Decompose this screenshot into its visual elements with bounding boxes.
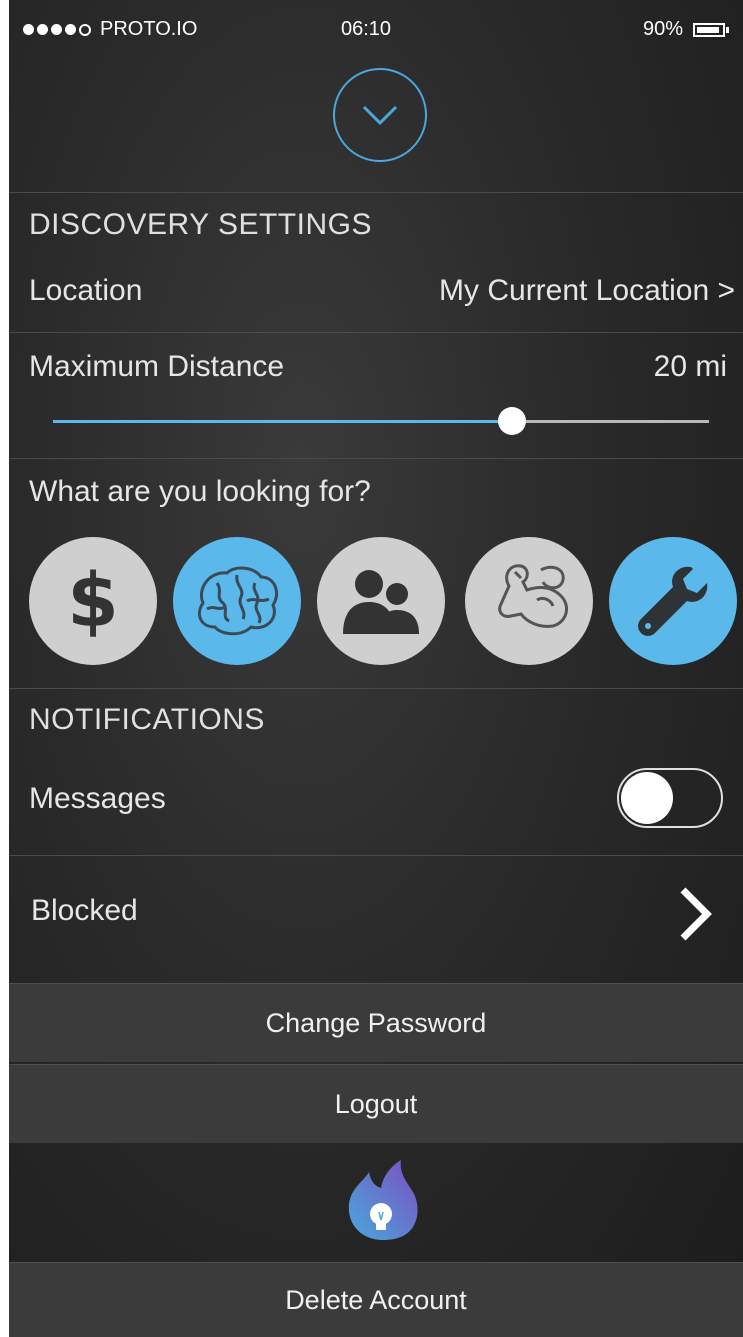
messages-label: Messages <box>29 782 166 815</box>
status-bar: PROTO.IO 06:10 90% <box>9 0 743 60</box>
distance-slider-fill <box>53 420 513 423</box>
messages-toggle[interactable] <box>617 768 723 828</box>
option-money[interactable]: $ <box>29 537 157 665</box>
divider <box>9 688 743 689</box>
location-label: Location <box>29 274 143 307</box>
battery-percent: 90% <box>642 18 683 40</box>
divider <box>9 192 743 193</box>
divider <box>9 458 743 459</box>
dollar-icon: $ <box>67 558 119 644</box>
option-social[interactable] <box>317 537 445 665</box>
status-time: 06:10 <box>340 18 392 40</box>
collapse-button[interactable] <box>333 68 427 162</box>
settings-screen: PROTO.IO 06:10 90% DISCOVERY SETTINGS Lo… <box>9 0 743 1337</box>
max-distance-value: 20 mi <box>653 350 727 383</box>
app-logo-icon <box>348 1160 418 1240</box>
location-value-link[interactable]: My Current Location > <box>439 274 735 308</box>
wrench-icon <box>638 566 708 636</box>
distance-slider-thumb[interactable] <box>498 407 527 435</box>
svg-text:$: $ <box>67 558 119 644</box>
people-icon <box>343 570 419 634</box>
chevron-down-icon <box>362 105 398 126</box>
delete-account-button[interactable]: Delete Account <box>9 1262 743 1337</box>
messages-toggle-knob <box>621 772 673 824</box>
blocked-row[interactable]: Blocked <box>9 856 743 980</box>
battery-status: 90% <box>643 18 729 41</box>
looking-for-heading: What are you looking for? <box>29 475 371 508</box>
logout-button[interactable]: Logout <box>9 1064 743 1143</box>
flexing-arm-icon <box>498 564 569 628</box>
max-distance-label: Maximum Distance <box>29 350 285 383</box>
divider <box>9 332 743 333</box>
brain-icon <box>198 566 278 636</box>
distance-slider[interactable] <box>53 407 709 435</box>
option-fitness[interactable] <box>465 537 593 665</box>
looking-for-options: $ <box>29 537 739 665</box>
chevron-right-icon <box>680 887 712 941</box>
change-password-button[interactable]: Change Password <box>9 983 743 1062</box>
option-skills[interactable] <box>609 537 737 665</box>
battery-icon <box>693 22 725 37</box>
notifications-heading: NOTIFICATIONS <box>29 703 265 736</box>
blocked-label: Blocked <box>31 894 138 927</box>
discovery-settings-heading: DISCOVERY SETTINGS <box>29 208 372 241</box>
option-intellect[interactable] <box>173 537 301 665</box>
